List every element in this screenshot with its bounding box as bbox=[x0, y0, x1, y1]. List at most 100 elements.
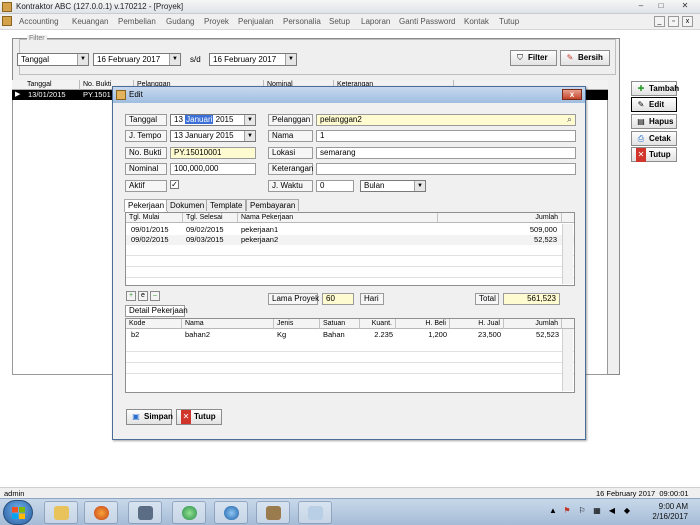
pelanggan-input[interactable]: pelanggan2 bbox=[316, 114, 576, 126]
taskbar-media-player[interactable] bbox=[214, 501, 248, 524]
tray-volume-icon[interactable]: ◀ bbox=[607, 506, 617, 516]
table-row[interactable]: 09/02/2015 09/03/2015 pekerjaan2 52,523 bbox=[126, 235, 574, 245]
col-hjual[interactable]: H. Jual bbox=[450, 319, 504, 329]
menu-laporan[interactable]: Laporan bbox=[361, 17, 390, 26]
nama-input[interactable]: 1 bbox=[316, 130, 576, 142]
menu-ganti-password[interactable]: Ganti Password bbox=[399, 17, 455, 26]
tanggal-year: 2015 bbox=[215, 115, 234, 124]
tab-dokumen[interactable]: Dokumen bbox=[166, 199, 209, 211]
close-window-button[interactable]: ✕ bbox=[674, 1, 696, 12]
tab-pembayaran[interactable]: Pembayaran bbox=[246, 199, 300, 211]
nominal-input[interactable]: 100,000,000 bbox=[170, 163, 256, 175]
col-nama-pekerjaan[interactable]: Nama Pekerjaan bbox=[238, 213, 438, 223]
close-dialog-button[interactable]: x bbox=[562, 89, 582, 100]
delete-row-button[interactable]: – bbox=[150, 291, 160, 301]
nobukti-input[interactable]: PY.15010001 bbox=[170, 147, 256, 159]
edit-button[interactable]: ✎ Edit bbox=[631, 97, 677, 112]
detail-scrollbar[interactable] bbox=[562, 329, 573, 391]
tutup-dialog-button[interactable]: ✕ Tutup bbox=[176, 409, 222, 425]
menu-setup[interactable]: Setup bbox=[329, 17, 350, 26]
cell-nama: pekerjaan2 bbox=[241, 235, 279, 244]
start-button[interactable] bbox=[3, 500, 33, 525]
col-satuan[interactable]: Satuan bbox=[320, 319, 360, 329]
menu-gudang[interactable]: Gudang bbox=[166, 17, 194, 26]
taskbar-app-tablet[interactable] bbox=[298, 501, 332, 524]
date-to-picker[interactable]: 16 February 2017 ▼ bbox=[209, 53, 297, 66]
menu-accounting[interactable]: Accounting bbox=[19, 17, 59, 26]
detail-pekerjaan-tab[interactable]: Detail Pekerjaan bbox=[125, 305, 188, 317]
cell-mulai: 09/01/2015 bbox=[131, 225, 169, 234]
date-from-value: 16 February 2017 bbox=[97, 55, 161, 64]
add-row-button[interactable]: + bbox=[126, 291, 136, 301]
col-jenis[interactable]: Jenis bbox=[274, 319, 320, 329]
taskbar-app-green[interactable] bbox=[172, 501, 206, 524]
col-detail-jumlah[interactable]: Jumlah bbox=[504, 319, 562, 329]
edit-row-button[interactable]: e bbox=[138, 291, 148, 301]
col-hbeli[interactable]: H. Beli bbox=[396, 319, 450, 329]
pekerjaan-grid[interactable] bbox=[125, 212, 575, 286]
mdi-restore-button[interactable]: ▫ bbox=[668, 16, 679, 27]
col-tgl-selesai[interactable]: Tgl. Selesai bbox=[183, 213, 238, 223]
menu-tutup[interactable]: Tutup bbox=[499, 17, 519, 26]
tab-pekerjaan[interactable]: Pekerjaan bbox=[124, 199, 169, 212]
chevron-down-icon[interactable]: ▼ bbox=[244, 131, 255, 141]
jwaktu-unit-select[interactable]: Bulan ▼ bbox=[360, 180, 426, 192]
col-kuant[interactable]: Kuant. bbox=[360, 319, 396, 329]
search-icon[interactable]: ⌕ bbox=[563, 114, 576, 126]
menu-personalia[interactable]: Personalia bbox=[283, 17, 321, 26]
tray-extra-icon[interactable]: ◆ bbox=[622, 506, 632, 516]
mdi-minimize-button[interactable]: _ bbox=[654, 16, 665, 27]
menu-kontak[interactable]: Kontak bbox=[464, 17, 489, 26]
tutup-side-button[interactable]: ✕ Tutup bbox=[631, 147, 677, 162]
simpan-button[interactable]: ▣ Simpan bbox=[126, 409, 173, 425]
tanggal-picker[interactable]: 13 Januari 2015 ▼ bbox=[170, 114, 256, 126]
sd-label: s/d bbox=[190, 55, 201, 64]
bersih-button[interactable]: ✎ Bersih bbox=[560, 50, 610, 66]
taskbar-clock[interactable]: 9:00 AM 2/16/2017 bbox=[636, 502, 688, 522]
filter-field-select[interactable]: Tanggal ▼ bbox=[17, 53, 89, 66]
menu-penjualan[interactable]: Penjualan bbox=[238, 17, 274, 26]
col-jumlah[interactable]: Jumlah bbox=[438, 213, 562, 223]
lama-proyek-input[interactable]: 60 bbox=[322, 293, 354, 305]
minimize-button[interactable]: – bbox=[632, 1, 650, 12]
tray-arrow-icon[interactable]: ▲ bbox=[548, 506, 558, 516]
filter-button[interactable]: ⛉ Filter bbox=[510, 50, 557, 66]
taskbar-firefox[interactable] bbox=[84, 501, 118, 524]
col-kode[interactable]: Kode bbox=[126, 319, 182, 329]
chevron-down-icon[interactable]: ▼ bbox=[285, 54, 296, 65]
chevron-down-icon[interactable]: ▼ bbox=[244, 115, 255, 125]
lokasi-input[interactable]: semarang bbox=[316, 147, 576, 159]
jtempo-picker[interactable]: 13 January 2015 ▼ bbox=[170, 130, 256, 142]
grid-line bbox=[126, 255, 574, 256]
tray-flag-icon[interactable]: ⚐ bbox=[577, 506, 587, 516]
date-from-picker[interactable]: 16 February 2017 ▼ bbox=[93, 53, 181, 66]
maximize-button[interactable]: □ bbox=[652, 1, 670, 12]
col-tgl-mulai[interactable]: Tgl. Mulai bbox=[126, 213, 183, 223]
tambah-button[interactable]: ✚ Tambah bbox=[631, 81, 679, 96]
menu-pembelian[interactable]: Pembelian bbox=[118, 17, 156, 26]
pekerjaan-scrollbar[interactable] bbox=[562, 224, 573, 284]
tab-template[interactable]: Template bbox=[206, 199, 247, 211]
hapus-button[interactable]: ▤ Hapus bbox=[631, 114, 677, 129]
menu-proyek[interactable]: Proyek bbox=[204, 17, 229, 26]
table-row[interactable]: b2 bahan2 Kg Bahan 2.235 1,200 23,500 52… bbox=[126, 330, 574, 340]
col-nama[interactable]: Nama bbox=[182, 319, 274, 329]
table-row[interactable]: 09/01/2015 09/02/2015 pekerjaan1 509,000 bbox=[126, 225, 574, 235]
tray-network-icon[interactable]: ▦ bbox=[592, 506, 602, 516]
taskbar-kontraktor[interactable] bbox=[256, 501, 290, 524]
chevron-down-icon[interactable]: ▼ bbox=[169, 54, 180, 65]
mdi-close-button[interactable]: x bbox=[682, 16, 693, 27]
tray-acrobat-icon[interactable]: ⚑ bbox=[562, 506, 572, 516]
app-title: Kontraktor ABC (127.0.0.1) v.170212 - [P… bbox=[16, 2, 184, 11]
jwaktu-input[interactable]: 0 bbox=[316, 180, 354, 192]
menu-keuangan[interactable]: Keuangan bbox=[72, 17, 108, 26]
cetak-button[interactable]: ⎙ Cetak bbox=[631, 131, 677, 146]
taskbar-network[interactable] bbox=[128, 501, 162, 524]
chevron-down-icon[interactable]: ▼ bbox=[77, 54, 88, 65]
keterangan-input[interactable] bbox=[316, 163, 576, 175]
aktif-checkbox[interactable]: ✓ bbox=[170, 180, 179, 189]
taskbar-explorer[interactable] bbox=[44, 501, 78, 524]
col-tanggal[interactable]: Tanggal bbox=[24, 80, 80, 90]
chevron-down-icon[interactable]: ▼ bbox=[414, 181, 425, 191]
row-tanggal: 13/01/2015 bbox=[28, 90, 66, 99]
